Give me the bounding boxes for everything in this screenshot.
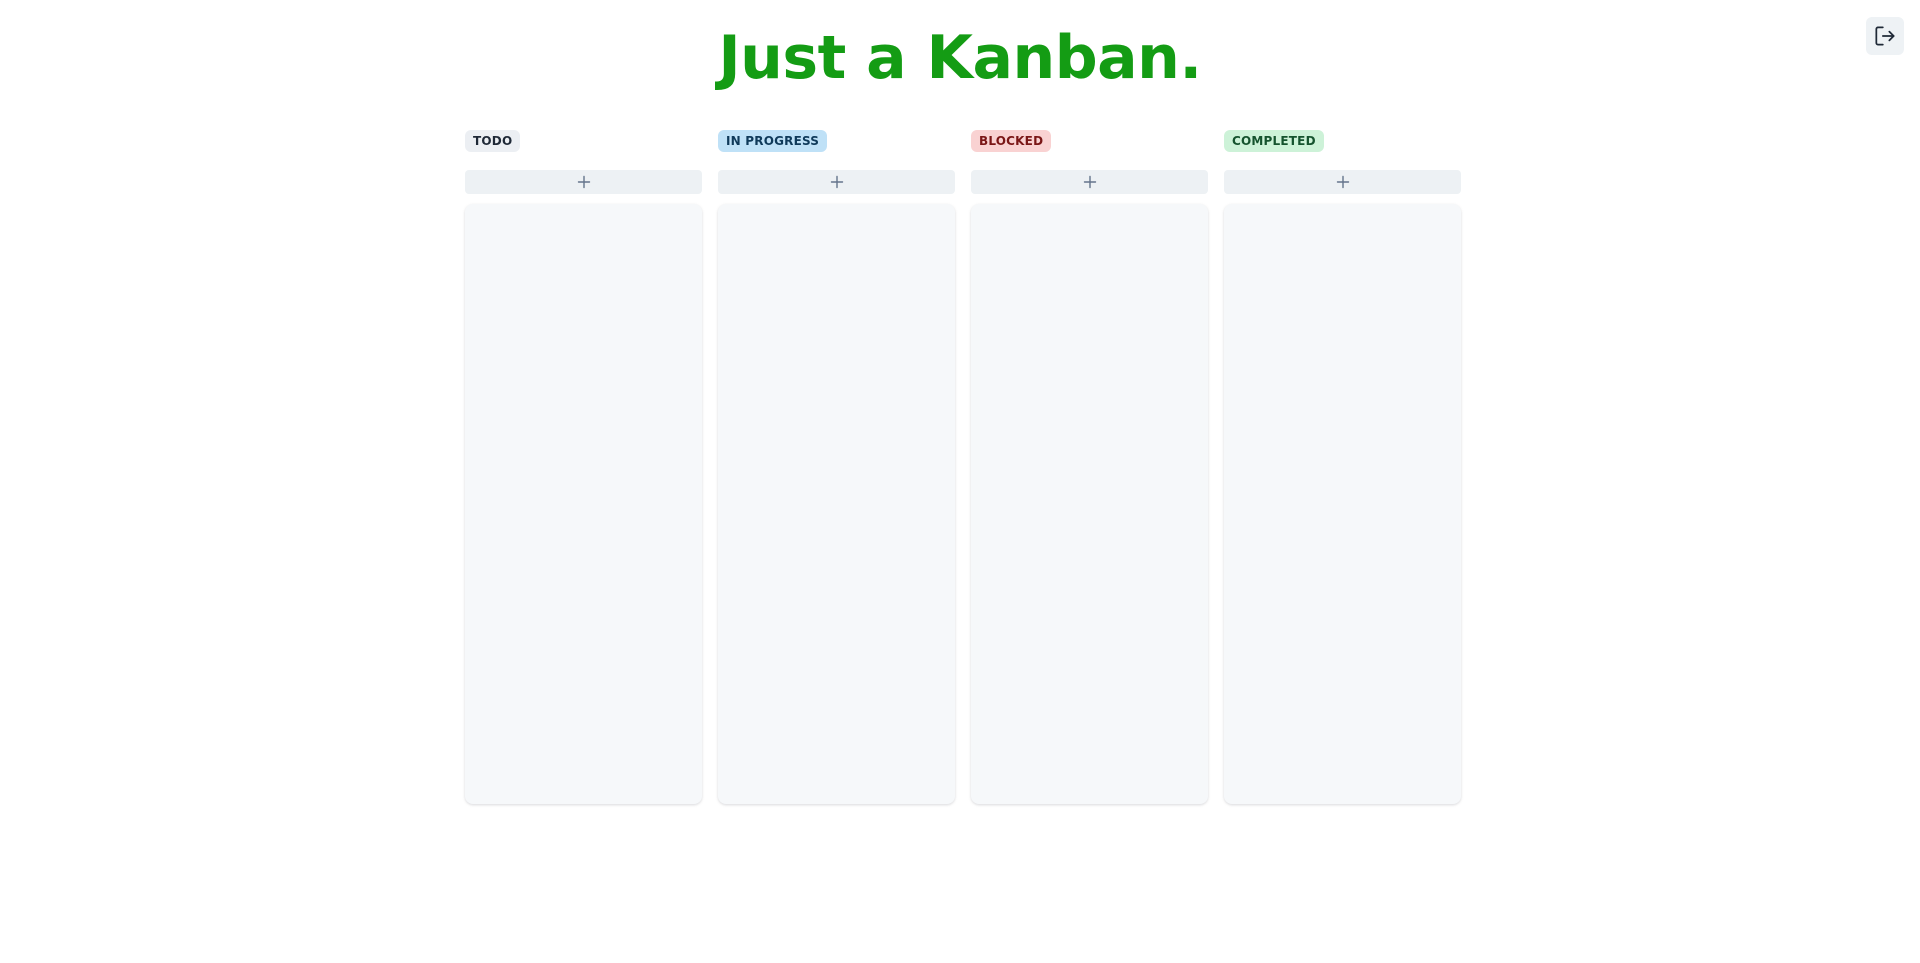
add-card-button-blocked[interactable] [971, 170, 1208, 194]
card-list-in-progress[interactable] [718, 204, 955, 804]
card-list-todo[interactable] [465, 204, 702, 804]
card-list-blocked[interactable] [971, 204, 1208, 804]
column-header: IN PROGRESS [718, 130, 955, 152]
plus-icon [830, 175, 844, 189]
plus-icon [1336, 175, 1350, 189]
page-title: Just a Kanban. [718, 23, 1202, 93]
kanban-page: Just a Kanban. TODO IN PROGRESS BLOCKED … [0, 0, 1920, 963]
card-list-completed[interactable] [1224, 204, 1461, 804]
column-in-progress: IN PROGRESS [718, 130, 955, 804]
plus-icon [577, 175, 591, 189]
column-todo: TODO [465, 130, 702, 804]
plus-icon [1083, 175, 1097, 189]
logout-icon [1872, 23, 1898, 49]
column-blocked: BLOCKED [971, 130, 1208, 804]
add-card-button-in-progress[interactable] [718, 170, 955, 194]
status-badge-in-progress: IN PROGRESS [718, 130, 828, 152]
status-badge-blocked: BLOCKED [971, 130, 1052, 152]
column-header: TODO [465, 130, 702, 152]
add-card-button-completed[interactable] [1224, 170, 1461, 194]
add-card-button-todo[interactable] [465, 170, 702, 194]
status-badge-completed: COMPLETED [1224, 130, 1324, 152]
kanban-board: TODO IN PROGRESS BLOCKED COMPLETED [465, 130, 1461, 804]
status-badge-todo: TODO [465, 130, 521, 152]
logout-button[interactable] [1866, 17, 1904, 55]
column-header: COMPLETED [1224, 130, 1461, 152]
column-header: BLOCKED [971, 130, 1208, 152]
column-completed: COMPLETED [1224, 130, 1461, 804]
